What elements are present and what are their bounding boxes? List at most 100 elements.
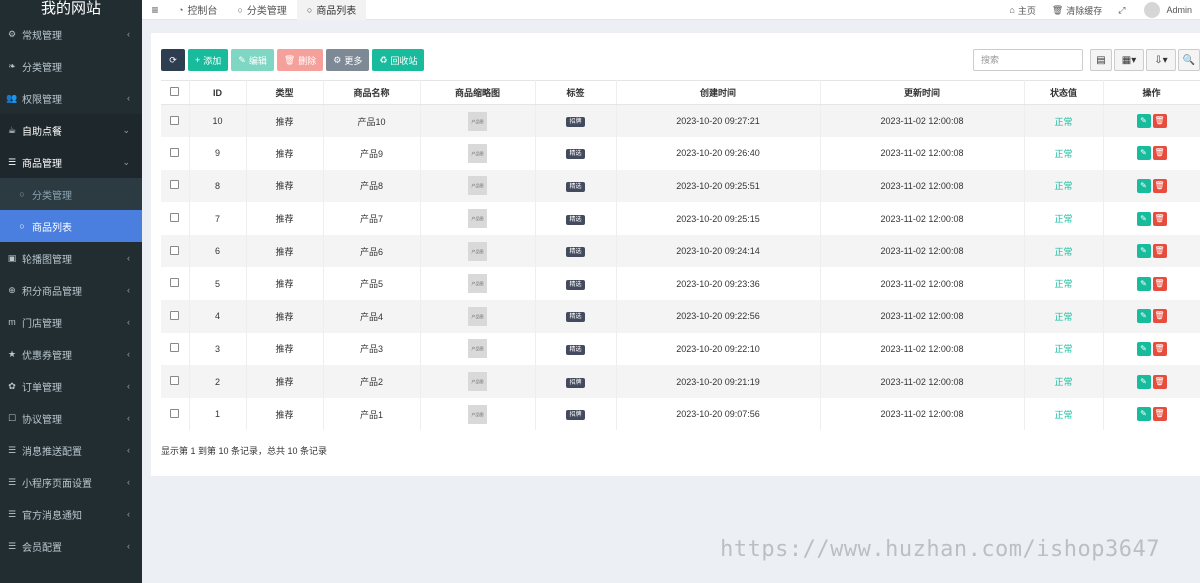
table-row[interactable]: 9 推荐 产品9 产品图 精选 2023-10-20 09:26:40 2023-11-02… [161,137,1200,170]
sidebar-item-0[interactable]: ⚙ 常规管理 ‹ [0,18,142,50]
column-header-created[interactable]: 创建时间 [616,80,821,105]
sidebar-item-10[interactable]: ★ 优惠券管理 ‹ [0,338,142,370]
menu-toggle-icon[interactable]: ≡ [142,3,168,17]
sidebar-item-9[interactable]: m 门店管理 ‹ [0,306,142,338]
refresh-button[interactable]: ⟳ [161,49,185,71]
tab-product-list[interactable]: ○ 商品列表 [296,0,367,20]
delete-button[interactable]: 🗑 删除 [276,49,324,71]
sidebar-item-16[interactable]: ☰ 会员配置 ‹ [0,530,142,562]
sidebar-item-15[interactable]: ☰ 官方消息通知 ‹ [0,498,142,530]
row-delete-button[interactable]: 🗑 [1152,407,1167,422]
product-thumbnail[interactable]: 产品图 [468,143,487,163]
sidebar-item-3[interactable]: ☕ 自助点餐 ⌄ [0,114,142,146]
home-link[interactable]: ⌂ 主页 [1001,4,1043,17]
product-thumbnail[interactable]: 产品图 [468,404,487,424]
sidebar-item-2[interactable]: 👥 权限管理 ‹ [0,82,142,114]
table-row[interactable]: 8 推荐 产品8 产品图 精选 2023-10-20 09:25:51 2023-11-02… [161,169,1200,203]
clear-cache-link[interactable]: 🗑 清除缓存 [1044,4,1110,17]
row-delete-button[interactable]: 🗑 [1152,309,1167,324]
edit-button[interactable]: ✎ 编辑 [231,49,274,71]
row-edit-button[interactable]: ✎ [1136,114,1151,129]
brand-logo[interactable]: 我的网站 [0,0,142,18]
table-row[interactable]: 2 推荐 产品2 产品图 招牌 2023-10-20 09:21:19 2023-11-02… [161,365,1200,398]
search-input[interactable]: 搜索 [973,49,1083,71]
row-select-cell[interactable] [161,365,190,398]
product-thumbnail[interactable]: 产品图 [468,209,487,229]
column-header-id[interactable]: ID [189,80,247,105]
select-all-cell[interactable] [161,80,190,105]
sidebar-item-14[interactable]: ☰ 小程序页面设置 ‹ [0,466,142,498]
sidebar-item-13[interactable]: ☰ 消息推送配置 ‹ [0,434,142,466]
row-select-cell[interactable] [161,234,190,268]
row-select-cell[interactable] [161,104,190,138]
row-select-cell[interactable] [161,202,190,235]
table-row[interactable]: 6 推荐 产品6 产品图 精选 2023-10-20 09:24:14 2023-11-02… [161,234,1200,268]
table-row[interactable]: 10 推荐 产品10 产品图 招牌 2023-10-20 09:27:21 2023-11-… [161,104,1200,138]
row-delete-button[interactable]: 🗑 [1152,146,1167,161]
row-checkbox[interactable] [170,310,180,320]
row-select-cell[interactable] [161,137,190,170]
product-thumbnail[interactable]: 产品图 [468,274,487,294]
row-select-cell[interactable] [161,169,190,203]
row-delete-button[interactable]: 🗑 [1152,211,1167,226]
row-select-cell[interactable] [161,397,190,431]
export-dropdown[interactable]: ⇩▾ [1146,49,1176,71]
select-all-checkbox[interactable] [170,87,180,96]
product-thumbnail[interactable]: 产品图 [468,176,487,196]
row-checkbox[interactable] [170,245,180,255]
row-checkbox[interactable] [170,115,180,125]
row-edit-button[interactable]: ✎ [1136,146,1151,161]
table-row[interactable]: 7 推荐 产品7 产品图 精选 2023-10-20 09:25:15 2023-11-02… [161,202,1200,235]
table-row[interactable]: 5 推荐 产品5 产品图 精选 2023-10-20 09:23:36 2023-11-02… [161,267,1200,301]
product-thumbnail[interactable]: 产品图 [468,306,487,326]
row-delete-button[interactable]: 🗑 [1152,276,1167,291]
sidebar-item-1[interactable]: ❧ 分类管理 [0,50,142,82]
row-delete-button[interactable]: 🗑 [1152,244,1167,259]
row-checkbox[interactable] [170,213,180,223]
sidebar-item-8[interactable]: ⊕ 积分商品管理 ‹ [0,274,142,306]
row-select-cell[interactable] [161,332,190,366]
user-menu[interactable]: Admin [1136,2,1200,18]
row-select-cell[interactable] [161,300,190,333]
toggle-view-button[interactable]: ▤ [1090,49,1112,71]
fullscreen-button[interactable]: ⤢ [1110,5,1136,16]
row-checkbox[interactable] [170,147,180,157]
product-thumbnail[interactable]: 产品图 [468,111,487,131]
row-delete-button[interactable]: 🗑 [1152,374,1167,389]
row-edit-button[interactable]: ✎ [1136,178,1151,193]
add-button[interactable]: + 添加 [188,49,229,71]
table-row[interactable]: 1 推荐 产品1 产品图 招牌 2023-10-20 09:07:56 2023-11-02… [161,397,1200,431]
sidebar-item-7[interactable]: ▣ 轮播图管理 ‹ [0,242,142,274]
row-edit-button[interactable]: ✎ [1136,309,1151,324]
sidebar-item-11[interactable]: ✿ 订单管理 ‹ [0,370,142,402]
row-checkbox[interactable] [170,278,180,288]
columns-dropdown[interactable]: ▦▾ [1114,49,1144,71]
row-edit-button[interactable]: ✎ [1136,341,1151,356]
row-checkbox[interactable] [170,376,180,386]
table-row[interactable]: 4 推荐 产品4 产品图 精选 2023-10-20 09:22:56 2023-11-02… [161,300,1200,333]
row-delete-button[interactable]: 🗑 [1152,341,1167,356]
row-delete-button[interactable]: 🗑 [1152,114,1167,129]
recycle-bin-button[interactable]: ♻ 回收站 [372,49,425,71]
product-thumbnail[interactable]: 产品图 [468,241,487,261]
sidebar-item-6[interactable]: ○ 商品列表 [0,210,142,242]
row-edit-button[interactable]: ✎ [1136,244,1151,259]
column-header-type[interactable]: 类型 [246,80,324,105]
row-checkbox[interactable] [170,408,180,418]
row-delete-button[interactable]: 🗑 [1152,178,1167,193]
column-header-updated[interactable]: 更新时间 [820,80,1025,105]
tab-category-management[interactable]: ○ 分类管理 [227,0,296,20]
row-checkbox[interactable] [170,343,180,353]
column-header-name[interactable]: 商品名称 [323,80,421,105]
tab-dashboard[interactable]: ◔ 控制台 [168,0,227,20]
sidebar-item-4[interactable]: ☰ 商品管理 ⌄ [0,146,142,178]
product-thumbnail[interactable]: 产品图 [468,339,487,359]
row-checkbox[interactable] [170,180,180,190]
row-select-cell[interactable] [161,267,190,301]
row-edit-button[interactable]: ✎ [1136,276,1151,291]
row-edit-button[interactable]: ✎ [1136,407,1151,422]
advanced-search-button[interactable]: 🔍 [1178,49,1200,71]
product-thumbnail[interactable]: 产品图 [468,372,487,392]
table-row[interactable]: 3 推荐 产品3 产品图 精选 2023-10-20 09:22:10 2023-11-02… [161,332,1200,366]
row-edit-button[interactable]: ✎ [1136,374,1151,389]
